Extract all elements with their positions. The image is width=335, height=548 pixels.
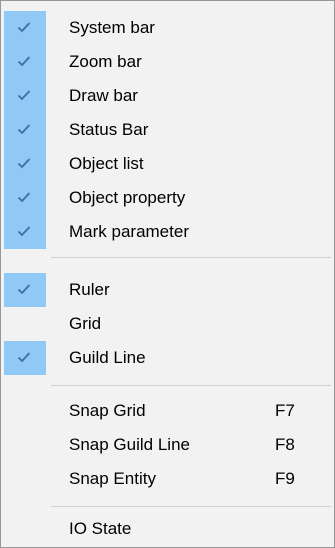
menu-item-label: System bar [69, 18, 155, 37]
checkmark-icon [17, 352, 31, 363]
menu-item-object-list[interactable]: Object list [1, 147, 334, 181]
menu-item-snap-guild-line[interactable]: Snap Guild Line F8 [1, 428, 334, 462]
menu-item-label: Zoom bar [69, 52, 142, 71]
menu-item-mark-parameter[interactable]: Mark parameter [1, 215, 334, 249]
menu-item-label: Grid [69, 314, 102, 333]
menu-item-label: Object property [69, 188, 186, 207]
check-indicator [4, 341, 46, 375]
menu-item-snap-grid[interactable]: Snap Grid F7 [1, 394, 334, 428]
menu-item-zoom-bar[interactable]: Zoom bar [1, 45, 334, 79]
menu-item-shortcut: F8 [275, 435, 295, 454]
menu-item-shortcut: F7 [275, 401, 295, 420]
menu-item-draw-bar[interactable]: Draw bar [1, 79, 334, 113]
checkmark-icon [17, 192, 31, 203]
menu-separator [51, 257, 331, 258]
menu-item-system-bar[interactable]: System bar [1, 11, 334, 45]
check-indicator [4, 45, 46, 79]
menu-separator [51, 506, 331, 507]
check-indicator [4, 79, 46, 113]
checkmark-icon [17, 22, 31, 33]
check-indicator [4, 181, 46, 215]
menu-item-label: Guild Line [69, 348, 146, 367]
check-indicator [4, 147, 46, 181]
checkmark-icon [17, 90, 31, 101]
menu-item-label: Object list [69, 154, 144, 173]
check-indicator [4, 273, 46, 307]
menu-item-label: Draw bar [69, 86, 138, 105]
menu-item-shortcut: F9 [275, 469, 295, 488]
menu-item-ruler[interactable]: Ruler [1, 273, 334, 307]
checkmark-icon [17, 56, 31, 67]
checkmark-icon [17, 284, 31, 295]
menu-item-grid[interactable]: Grid [1, 307, 334, 341]
menu-item-label: Snap Grid [69, 401, 146, 420]
menu-item-label: Snap Entity [69, 469, 156, 488]
check-indicator [4, 11, 46, 45]
menu-item-snap-entity[interactable]: Snap Entity F9 [1, 462, 334, 496]
menu-item-io-state[interactable]: IO State [1, 512, 334, 546]
menu-item-label: Status Bar [69, 120, 149, 139]
checkmark-icon [17, 158, 31, 169]
check-indicator [4, 215, 46, 249]
menu-item-label: Ruler [69, 280, 110, 299]
menu-item-label: IO State [69, 519, 132, 538]
menu-item-status-bar[interactable]: Status Bar [1, 113, 334, 147]
check-indicator [4, 113, 46, 147]
menu-item-label: Snap Guild Line [69, 435, 190, 454]
view-menu: System bar Zoom bar Draw bar Status Bar … [0, 0, 335, 548]
checkmark-icon [17, 124, 31, 135]
menu-item-label: Mark parameter [69, 222, 189, 241]
menu-item-guild-line[interactable]: Guild Line [1, 341, 334, 375]
menu-item-object-property[interactable]: Object property [1, 181, 334, 215]
menu-separator [51, 385, 331, 386]
checkmark-icon [17, 226, 31, 237]
